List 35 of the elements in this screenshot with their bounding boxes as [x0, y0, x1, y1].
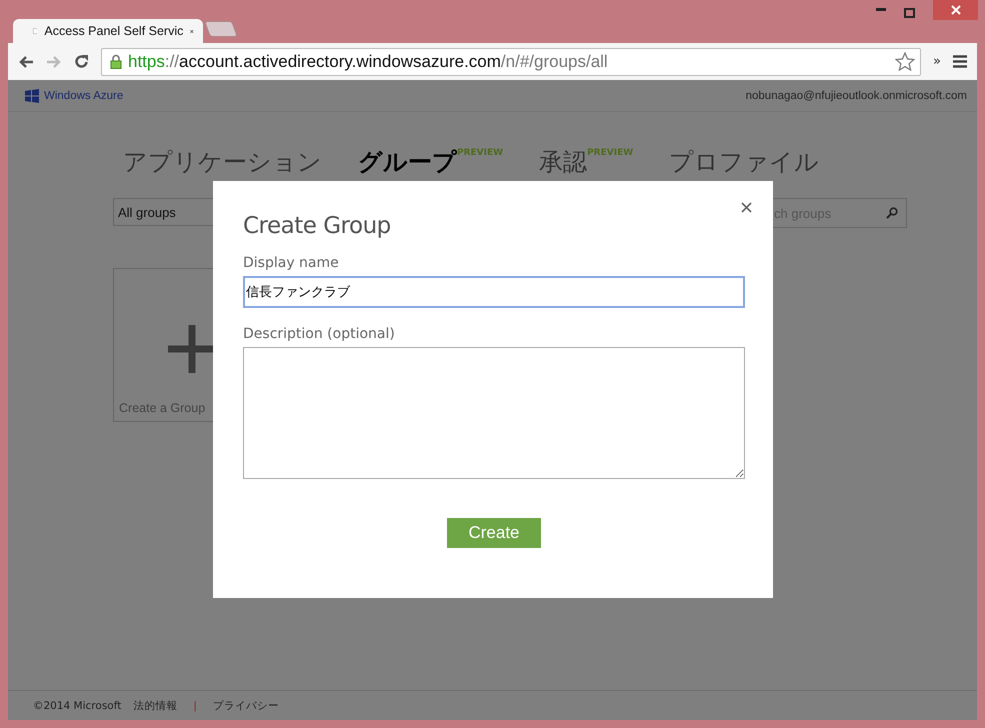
plus-icon — [168, 325, 216, 373]
description-field[interactable] — [243, 347, 745, 479]
footer-link[interactable]: 法的情報 — [133, 698, 178, 712]
preview-label: PREVIEW — [587, 148, 634, 158]
star-icon[interactable] — [895, 52, 916, 71]
close-icon[interactable] — [741, 202, 752, 213]
preview-label: PREVIEW — [457, 148, 504, 158]
user-email[interactable]: nobunagao@nfujieoutlook.onmicrosoft.com — [746, 90, 967, 102]
url-text: https://account.activedirectory.windowsazure.com/n/#/groups/all — [128, 52, 609, 72]
nav-tab[interactable]: グループ — [358, 146, 457, 178]
tile-label: Create a Group — [119, 401, 206, 415]
display-name-field[interactable]: 信長ファンクラブ — [243, 276, 745, 308]
browser-tab[interactable]: Access Panel Self Servic — [13, 19, 203, 43]
maximize-icon[interactable] — [904, 8, 915, 18]
back-icon[interactable] — [18, 54, 34, 68]
menu-icon[interactable] — [953, 55, 967, 68]
search-icon[interactable] — [886, 207, 898, 219]
address-bar[interactable]: https://account.activedirectory.windowsazure.com/n/#/groups/all — [101, 48, 922, 76]
footer-link[interactable]: プライバシー — [212, 698, 279, 712]
close-icon — [950, 5, 960, 15]
nav-tab[interactable]: 承認 — [539, 146, 588, 178]
close-window-button[interactable] — [933, 0, 978, 20]
copyright-text: ©2014 Microsoft — [33, 700, 122, 712]
nav-tab[interactable]: アプリケーション — [123, 146, 322, 178]
extensions-overflow[interactable]: » — [933, 54, 941, 69]
nav-tab[interactable]: プロファイル — [669, 146, 820, 178]
windows-logo-icon — [25, 88, 39, 102]
field-label: Display name — [243, 255, 340, 271]
brand-name[interactable]: Windows Azure — [44, 90, 124, 102]
separator: | — [193, 700, 197, 712]
minimize-icon[interactable] — [876, 8, 886, 12]
create-button[interactable]: Create — [447, 518, 541, 548]
tab-title: Access Panel Self Servic — [44, 24, 184, 38]
reload-icon[interactable] — [74, 54, 89, 69]
lock-icon — [110, 54, 122, 69]
